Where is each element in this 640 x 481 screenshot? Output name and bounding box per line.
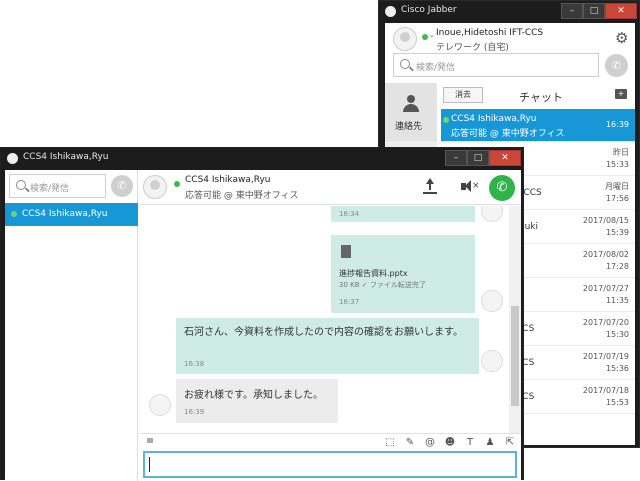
conversation-sidebar: 検索/発信 ✆ CCS4 Ishikawa,Ryu [5, 170, 138, 481]
chat-name: CCS4 Ishikawa,Ryu [451, 114, 537, 124]
message-time: 16:38 [184, 360, 205, 368]
message-time: 16:39 [184, 408, 205, 416]
popout-icon[interactable]: ⇱ [503, 436, 517, 449]
minimize-button[interactable]: – [445, 150, 467, 166]
message-text: お疲れ様です。承知しました。 [184, 390, 323, 401]
chat-header: 消去 チャット + [441, 85, 635, 107]
call-button[interactable]: ✆ [111, 175, 133, 197]
presence-dot-icon [11, 211, 17, 217]
contact-status: 応答可能 @ 東中野オフィス [185, 191, 299, 201]
phone-icon: ✆ [117, 179, 127, 192]
chat-date: 2017/07/19 15:36 [582, 352, 629, 373]
call-button[interactable]: ✆ [489, 175, 515, 201]
avatar [481, 350, 503, 372]
message-scrollbar[interactable] [509, 206, 521, 433]
phone-icon: ✆ [611, 59, 622, 72]
person-icon [403, 95, 419, 113]
gear-icon[interactable]: ⚙ [615, 29, 628, 47]
close-button[interactable]: ✕ [489, 150, 521, 166]
avatar [481, 206, 503, 222]
mention-icon[interactable]: @ [423, 436, 437, 449]
conversation-item-label: CCS4 Ishikawa,Ryu [22, 209, 108, 219]
chat-date: 2017/07/18 15:53 [582, 386, 629, 407]
conversation-body: 検索/発信 ✆ CCS4 Ishikawa,Ryu CCS4 Ishikawa,… [5, 170, 521, 481]
minimize-button[interactable]: – [561, 3, 583, 19]
share-screen-icon[interactable] [423, 178, 437, 194]
chat-date: 2017/08/15 15:39 [582, 216, 629, 237]
contact-avatar[interactable] [143, 175, 167, 199]
search-icon [16, 180, 26, 190]
attach-icon[interactable]: ✎ [403, 436, 417, 449]
message-bubble: 16:34 [331, 206, 475, 222]
nav-contacts[interactable]: 連絡先 [385, 83, 437, 141]
chat-list-item[interactable]: CCS4 Ishikawa,Ryu 応答可能 @ 東中野オフィス 16:39 [441, 109, 635, 142]
screen-capture-icon[interactable]: ⬚ [383, 436, 397, 449]
message-area[interactable]: 16:34 進捗報告資料.pptx 30 KB ✓ ファイル転送完了 16:37… [139, 206, 509, 433]
maximize-button[interactable]: □ [467, 150, 489, 166]
message-bubble: 石河さん、今資料を作成したので内容の確認をお願いします。 16:38 [176, 318, 479, 374]
chat-date: 2017/07/20 15:30 [582, 318, 629, 339]
presence-dot-icon [422, 34, 428, 40]
chat-date: 16:39 [605, 120, 629, 129]
nav-contacts-label: 連絡先 [395, 122, 423, 132]
maximize-button[interactable]: □ [583, 3, 605, 19]
message-time: 16:37 [339, 298, 360, 306]
conversation-window: CCS4 Ishikawa,Ryu – □ ✕ 検索/発信 ✆ CCS4 Ish… [0, 147, 525, 481]
conversation-window-title: CCS4 Ishikawa,Ryu [23, 152, 109, 162]
chat-status: 応答可能 @ 東中野オフィス [451, 129, 565, 139]
close-button[interactable]: ✕ [605, 3, 637, 19]
search-placeholder: 検索/発信 [30, 184, 70, 194]
jabber-window-title: Cisco Jabber [401, 5, 457, 15]
file-message-bubble[interactable]: 進捗報告資料.pptx 30 KB ✓ ファイル転送完了 16:37 [331, 235, 475, 313]
search-input[interactable]: 検索/発信 [9, 174, 106, 198]
call-button[interactable]: ✆ [605, 54, 628, 77]
clear-button[interactable]: 消去 [443, 87, 483, 103]
conversation-list-item[interactable]: CCS4 Ishikawa,Ryu [5, 203, 138, 226]
message-bubble: お疲れ様です。承知しました。 16:39 [176, 379, 338, 423]
tab-chat[interactable]: チャット [519, 89, 563, 105]
chevron-down-icon[interactable]: ⌄ [429, 31, 435, 39]
presence-dot-icon [443, 117, 449, 123]
contact-name: CCS4 Ishikawa,Ryu [185, 175, 271, 185]
font-icon[interactable]: T [463, 436, 477, 449]
file-meta: 30 KB ✓ ファイル転送完了 [339, 281, 426, 289]
message-time: 16:34 [339, 210, 360, 218]
file-icon [341, 245, 351, 258]
search-icon [400, 59, 410, 69]
self-avatar[interactable] [393, 27, 417, 51]
lock-icon [147, 438, 153, 443]
self-name: Inoue,Hidetoshi IFT-CCS [436, 28, 544, 38]
composer-toolbar: ⬚ ✎ @ ☻ T ♟ ⇱ [139, 433, 521, 450]
chat-date: 2017/08/02 17:28 [582, 250, 629, 271]
emoticon-icon[interactable]: ☻ [443, 436, 457, 449]
search-placeholder: 検索/発信 [416, 63, 456, 73]
chat-date: 月曜日 17:56 [605, 182, 629, 203]
file-name[interactable]: 進捗報告資料.pptx [339, 268, 408, 279]
new-chat-icon[interactable]: + [615, 89, 627, 99]
conversation-header: CCS4 Ishikawa,Ryu 応答可能 @ 東中野オフィス × ✆ [139, 170, 521, 205]
avatar [149, 394, 171, 416]
chat-date: 昨日 15:33 [605, 148, 629, 169]
self-status[interactable]: テレワーク (自宅) [436, 40, 509, 53]
conversation-title-bar[interactable]: CCS4 Ishikawa,Ryu – □ ✕ [1, 148, 525, 170]
presence-dot-icon [174, 181, 180, 187]
add-participant-icon[interactable]: ♟ [483, 436, 497, 449]
mute-icon[interactable]: × [461, 180, 480, 194]
message-text: 石河さん、今資料を作成したので内容の確認をお願いします。 [184, 327, 463, 338]
jabber-logo-icon [385, 6, 396, 17]
jabber-title-bar[interactable]: Cisco Jabber – □ ✕ [379, 1, 640, 23]
search-input[interactable]: 検索/発信 [393, 53, 599, 77]
chat-date: 2017/07/27 11:35 [582, 284, 629, 305]
jabber-logo-icon [7, 153, 18, 164]
message-input[interactable] [143, 451, 517, 478]
avatar [481, 290, 503, 312]
phone-icon: ✆ [496, 180, 508, 195]
